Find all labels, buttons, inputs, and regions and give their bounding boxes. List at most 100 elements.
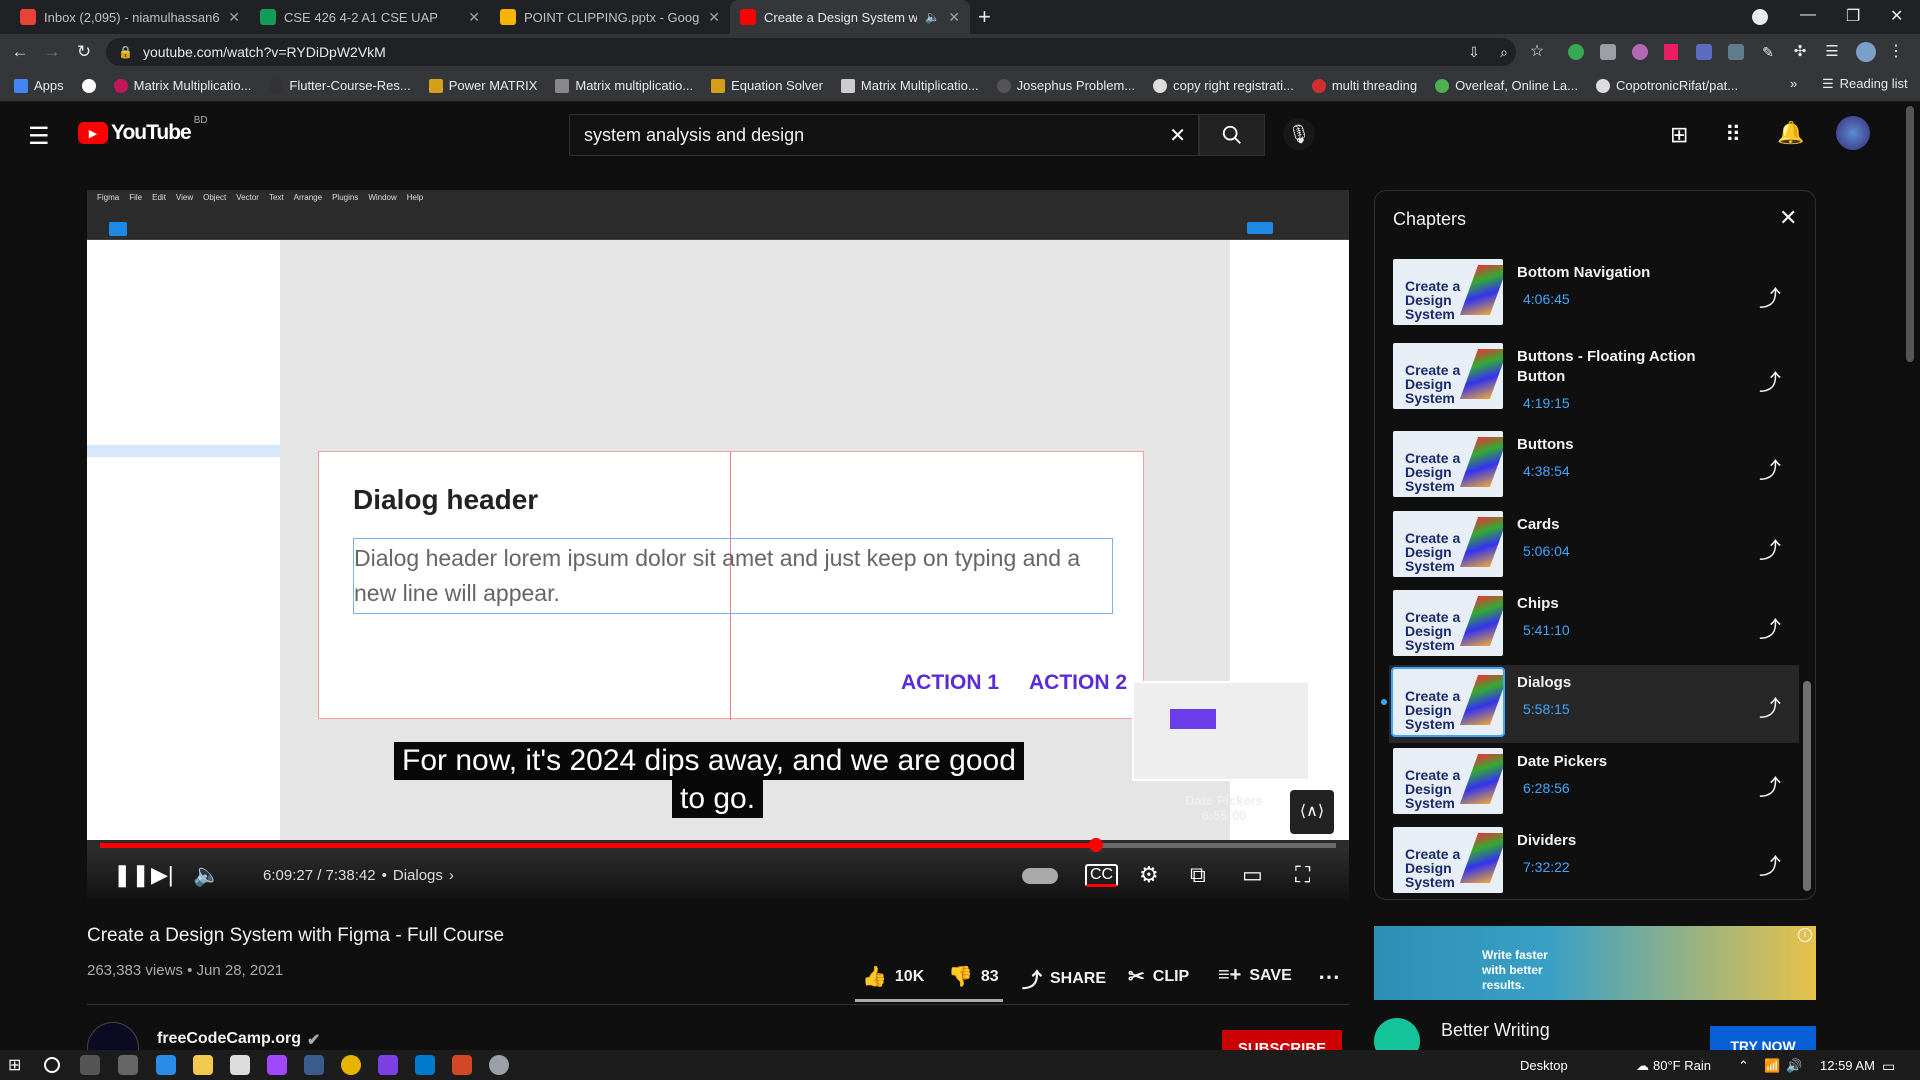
forward-icon[interactable]: → <box>42 42 62 62</box>
terminal-icon[interactable] <box>118 1055 138 1075</box>
weather-widget[interactable]: ☁ 80°F Rain <box>1636 1058 1711 1074</box>
miniplayer-icon[interactable]: ⧉ <box>1190 862 1206 888</box>
minimize-button[interactable]: — <box>1800 6 1816 24</box>
clip-button[interactable]: ✂ CLIP <box>1128 964 1189 989</box>
reading-list-button[interactable]: ☰ Reading list <box>1822 76 1908 92</box>
close-icon[interactable]: ✕ <box>708 9 720 26</box>
bookmark-item[interactable]: copy right registrati... <box>1153 78 1294 93</box>
bookmark-item[interactable]: Josephus Problem... <box>996 78 1135 93</box>
search-button[interactable] <box>1199 114 1265 156</box>
dislike-button[interactable]: 👎 83 <box>948 964 999 989</box>
hamburger-menu-icon[interactable]: ☰ <box>28 122 50 151</box>
bookmark-apps[interactable]: Apps <box>14 78 64 93</box>
ad-cta-button[interactable]: TRY NOW <box>1710 1026 1816 1050</box>
reload-icon[interactable]: ↻ <box>74 42 94 62</box>
chapter-item[interactable]: Create a Design System Dividers 7:32:22 … <box>1389 823 1799 899</box>
volume-icon[interactable]: 🔈 <box>193 862 220 888</box>
pen-extension-icon[interactable]: ✎ <box>1758 42 1778 62</box>
bookmark-item[interactable]: multi threading <box>1311 78 1417 93</box>
chapter-time[interactable]: 4:38:54 <box>1523 463 1570 479</box>
app-icon[interactable] <box>378 1055 398 1075</box>
bookmarks-overflow-icon[interactable]: » <box>1790 76 1797 91</box>
share-icon[interactable]: ⤴ <box>1759 533 1781 565</box>
powerpoint-icon[interactable] <box>452 1055 472 1075</box>
settings-gear-icon[interactable]: ⚙ <box>1139 862 1159 888</box>
notifications-bell-icon[interactable]: 🔔 <box>1777 120 1804 146</box>
bookmark-item[interactable]: Overleaf, Online La... <box>1435 78 1578 93</box>
next-video-icon[interactable]: ▶| <box>151 862 174 888</box>
tab-gmail[interactable]: Inbox (2,095) - niamulhassan64@ ✕ <box>10 0 250 34</box>
bookmark-globe[interactable] <box>81 78 96 93</box>
share-icon[interactable]: ⤴ <box>1759 612 1781 644</box>
bookmark-item[interactable]: Equation Solver <box>711 78 823 93</box>
channel-watermark-icon[interactable]: ⟨∧⟩ <box>1290 790 1334 834</box>
apps-grid-icon[interactable]: ⠿ <box>1725 122 1741 148</box>
video-player[interactable]: Figma File Edit View Object Vector Text … <box>87 190 1349 900</box>
close-panel-icon[interactable]: ✕ <box>1779 205 1797 231</box>
share-icon[interactable]: ⤴ <box>1759 281 1781 313</box>
clock[interactable]: 12:59 AM <box>1820 1058 1875 1073</box>
chapter-item[interactable]: Create a Design System Buttons 4:38:54 ⤴ <box>1389 427 1799 505</box>
edge-icon[interactable] <box>156 1055 176 1075</box>
share-icon[interactable]: ⤴ <box>1759 691 1781 723</box>
chapter-item[interactable]: Create a Design System Date Pickers 6:28… <box>1389 744 1799 822</box>
tab-search-icon[interactable] <box>1752 9 1768 25</box>
endscreen-preview-thumbnail[interactable] <box>1132 681 1310 781</box>
chapter-item-active[interactable]: Create a Design System Dialogs 5:58:15 ⤴ <box>1381 665 1799 743</box>
bookmark-item[interactable]: Matrix Multiplicatio... <box>840 78 979 93</box>
chapter-time[interactable]: 4:06:45 <box>1523 291 1570 307</box>
autoplay-toggle[interactable] <box>1022 868 1058 884</box>
pause-icon[interactable]: ❚❚ <box>113 862 150 888</box>
wifi-icon[interactable]: 📶 <box>1764 1058 1780 1074</box>
bookmark-item[interactable]: Matrix multiplicatio... <box>555 78 693 93</box>
ad-info-icon[interactable]: i <box>1798 928 1812 942</box>
share-icon[interactable]: ⤴ <box>1759 365 1781 397</box>
extension-icon[interactable] <box>1728 44 1744 60</box>
current-chapter-button[interactable]: Dialogs <box>393 867 443 884</box>
chapter-time[interactable]: 5:58:15 <box>1523 701 1570 717</box>
subscribe-button[interactable]: SUBSCRIBE <box>1222 1030 1342 1050</box>
playlist-icon[interactable]: ☰ <box>1822 42 1842 62</box>
channel-name-row[interactable]: freeCodeCamp.org ✔ <box>157 1030 320 1050</box>
maximize-button[interactable]: ❐ <box>1846 6 1860 26</box>
messenger-icon[interactable] <box>267 1055 287 1075</box>
chapter-item[interactable]: Create a Design System Chips 5:41:10 ⤴ <box>1389 586 1799 664</box>
chapter-item[interactable]: Create a Design System Buttons - Floatin… <box>1389 339 1799 423</box>
bookmark-item[interactable]: Matrix Multiplicatio... <box>113 78 251 93</box>
save-button[interactable]: ≡+ SAVE <box>1218 964 1292 987</box>
ad-banner[interactable]: Write faster with better results. i <box>1374 926 1816 1000</box>
search-input[interactable]: system analysis and design ✕ <box>569 114 1199 156</box>
browser-menu-icon[interactable]: ⋮ <box>1886 42 1906 62</box>
chapter-time[interactable]: 6:28:56 <box>1523 780 1570 796</box>
chapter-time[interactable]: 5:06:04 <box>1523 543 1570 559</box>
tab-slides[interactable]: POINT CLIPPING.pptx - Google D ✕ <box>490 0 730 34</box>
extension-icon[interactable] <box>1664 44 1678 60</box>
zoom-icon[interactable]: ⌕ <box>1494 42 1514 62</box>
tray-chevron-icon[interactable]: ⌃ <box>1738 1058 1749 1074</box>
bookmark-item[interactable]: Power MATRIX <box>428 78 537 93</box>
page-scrollbar[interactable] <box>1906 106 1914 362</box>
bookmark-star-icon[interactable]: ☆ <box>1527 42 1547 62</box>
tab-youtube[interactable]: Create a Design System with 🔈 ✕ <box>730 0 970 34</box>
share-icon[interactable]: ⤴ <box>1759 453 1781 485</box>
close-icon[interactable]: ✕ <box>948 9 960 26</box>
close-icon[interactable]: ✕ <box>228 9 240 26</box>
close-icon[interactable]: ✕ <box>468 9 480 26</box>
cortana-icon[interactable] <box>44 1057 60 1073</box>
youtube-logo[interactable]: ▶ YouTube BD <box>78 115 208 145</box>
address-bar[interactable]: 🔒 youtube.com/watch?v=RYDiDpW2VkM <box>106 38 1516 66</box>
progress-bar[interactable] <box>100 838 1336 852</box>
grammarly-extension-icon[interactable] <box>1568 44 1584 60</box>
notification-center-icon[interactable]: ▭ <box>1882 1058 1895 1075</box>
extensions-puzzle-icon[interactable]: ✣ <box>1790 42 1810 62</box>
account-avatar[interactable] <box>1836 116 1870 150</box>
mail-icon[interactable] <box>230 1055 250 1075</box>
fullscreen-icon[interactable]: ⛶ <box>1295 862 1310 888</box>
tab-classroom[interactable]: CSE 426 4-2 A1 CSE UAP ✕ <box>250 0 490 34</box>
chrome-icon[interactable] <box>341 1055 361 1075</box>
extension-icon[interactable] <box>1632 44 1648 60</box>
chapter-item[interactable]: Create a Design System Cards 5:06:04 ⤴ <box>1389 507 1799 585</box>
next-chapter-overlay[interactable]: Date Pickers 6:55:00 <box>1179 793 1269 823</box>
chapter-time[interactable]: 5:41:10 <box>1523 622 1570 638</box>
task-view-icon[interactable] <box>80 1055 100 1075</box>
